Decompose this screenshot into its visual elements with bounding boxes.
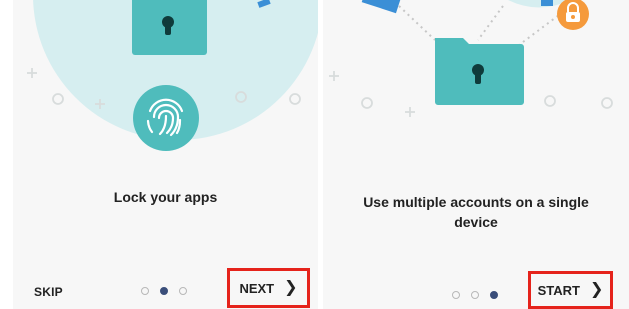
onboarding-screen-multiple-accounts: Use multiple accounts on a single device…: [323, 0, 629, 309]
decoration-card: [541, 0, 553, 6]
folder-lock-icon: [435, 38, 524, 105]
start-button[interactable]: START ❯: [528, 271, 613, 309]
folder-lock-icon: [132, 0, 207, 55]
onboarding-screen-lock-apps: Lock your apps SKIP NEXT ❯: [13, 0, 318, 309]
page-dot: [141, 287, 149, 295]
page-indicator: [141, 287, 187, 295]
page-dot-active: [160, 287, 168, 295]
chevron-right-icon: ❯: [589, 281, 604, 298]
start-button-label: START: [537, 282, 580, 298]
page-dot-active: [490, 291, 498, 299]
page-dot: [471, 291, 479, 299]
onboarding-screenshot: Lock your apps SKIP NEXT ❯ Use multiple …: [0, 0, 629, 309]
decoration-card: [361, 0, 401, 14]
lock-apps-illustration: [27, 0, 318, 151]
page-dot: [179, 287, 187, 295]
connector-lines: [398, 5, 564, 46]
next-button-label: NEXT: [239, 280, 275, 296]
fingerprint-icon: [133, 85, 199, 151]
screen-title: Use multiple accounts on a single device: [363, 194, 589, 230]
lock-badge-icon: [557, 0, 589, 30]
skip-button[interactable]: SKIP: [34, 285, 63, 299]
multiple-accounts-illustration: [329, 0, 613, 117]
screen-title: Lock your apps: [113, 189, 218, 205]
page-dot: [452, 291, 460, 299]
next-button[interactable]: NEXT ❯: [227, 268, 310, 308]
chevron-right-icon: ❯: [284, 279, 298, 296]
page-indicator: [452, 291, 498, 299]
